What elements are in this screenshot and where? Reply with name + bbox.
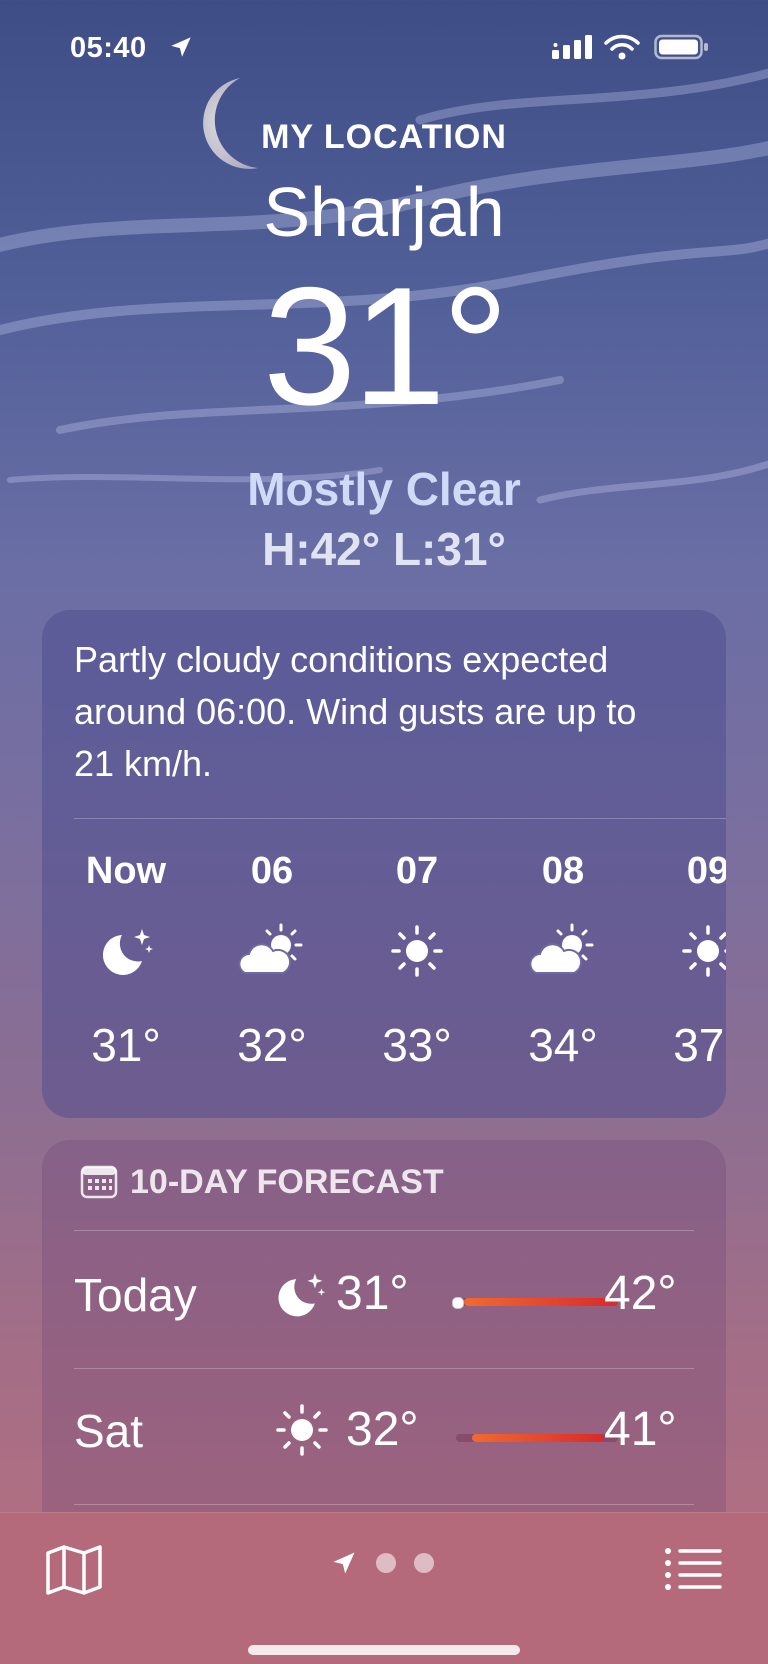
city-name: Sharjah	[263, 173, 505, 251]
current-temperature: 31°	[262, 252, 509, 440]
forecast-row[interactable]: Sat 32° 41°	[74, 1372, 694, 1492]
calendar-icon	[80, 1165, 118, 1199]
forecast-day: Sat	[74, 1405, 144, 1457]
battery-icon	[654, 34, 708, 60]
forecast-title: 10-DAY FORECAST	[130, 1162, 444, 1201]
hour-item: 09 37°	[648, 850, 726, 1072]
hourly-forecast-card[interactable]: Partly cloudy conditions expected around…	[42, 610, 726, 1118]
sun-icon	[682, 925, 726, 977]
moon-stars-icon	[102, 929, 153, 975]
forecast-low: 31°	[336, 1267, 409, 1320]
hour-temp: 32°	[237, 1019, 307, 1071]
list-icon[interactable]	[664, 1547, 724, 1591]
status-time: 05:40	[70, 32, 147, 64]
location-arrow-icon[interactable]	[330, 1549, 358, 1577]
hour-temp: 37°	[673, 1019, 726, 1071]
sun-icon	[276, 1404, 328, 1456]
high-low-text: H:42° L:31°	[262, 523, 506, 575]
location-label: MY LOCATION	[261, 118, 507, 156]
divider	[74, 1504, 694, 1505]
hour-temp: 33°	[382, 1019, 452, 1071]
hour-item: Now 31°	[66, 850, 186, 1072]
divider	[74, 1368, 694, 1369]
hour-label: 07	[395, 850, 439, 892]
hour-item: 08 34°	[503, 850, 623, 1072]
wifi-icon	[604, 34, 640, 60]
forecast-header: 10-DAY FORECAST	[80, 1162, 444, 1202]
page-dot[interactable]	[414, 1553, 434, 1573]
hour-label: 08	[541, 850, 585, 892]
forecast-high: 42°	[604, 1267, 677, 1320]
map-icon[interactable]	[44, 1543, 104, 1597]
home-indicator	[248, 1645, 520, 1655]
cellular-signal-icon	[552, 35, 592, 59]
forecast-summary: Partly cloudy conditions expected around…	[74, 639, 637, 784]
hourly-list[interactable]: Now 31° 06 32° 07 33° 08 34° 09 37	[74, 850, 726, 1100]
moon-stars-icon	[278, 1273, 326, 1317]
hour-item: 07 33°	[357, 850, 477, 1072]
hour-label: 09	[686, 850, 726, 892]
range-fill	[472, 1434, 604, 1442]
bottom-tab-bar	[0, 1512, 768, 1664]
temperature-range-bar	[456, 1434, 618, 1442]
forecast-day: Today	[74, 1269, 197, 1321]
forecast-low: 32°	[346, 1403, 419, 1456]
hour-item: 06 32°	[212, 850, 332, 1072]
divider	[74, 818, 726, 819]
divider	[74, 1230, 694, 1231]
forecast-row[interactable]: Today 31° 42°	[74, 1236, 694, 1356]
hour-temp: 34°	[528, 1019, 598, 1071]
page-indicator[interactable]	[330, 1549, 434, 1577]
hour-temp: 31°	[91, 1019, 161, 1071]
hour-label: Now	[85, 850, 167, 892]
hour-label: 06	[250, 850, 294, 892]
location-services-icon	[171, 37, 191, 57]
sun-icon	[391, 925, 443, 977]
range-fill	[464, 1298, 618, 1306]
condition-text: Mostly Clear	[247, 463, 521, 515]
partly-cloudy-sun-icon	[238, 923, 303, 974]
page-dot[interactable]	[376, 1553, 396, 1573]
forecast-high: 41°	[604, 1403, 677, 1456]
temperature-range-bar	[452, 1297, 618, 1309]
status-bar: 05:40	[0, 26, 768, 66]
partly-cloudy-sun-icon	[529, 923, 594, 974]
current-temp-dot	[452, 1297, 464, 1309]
